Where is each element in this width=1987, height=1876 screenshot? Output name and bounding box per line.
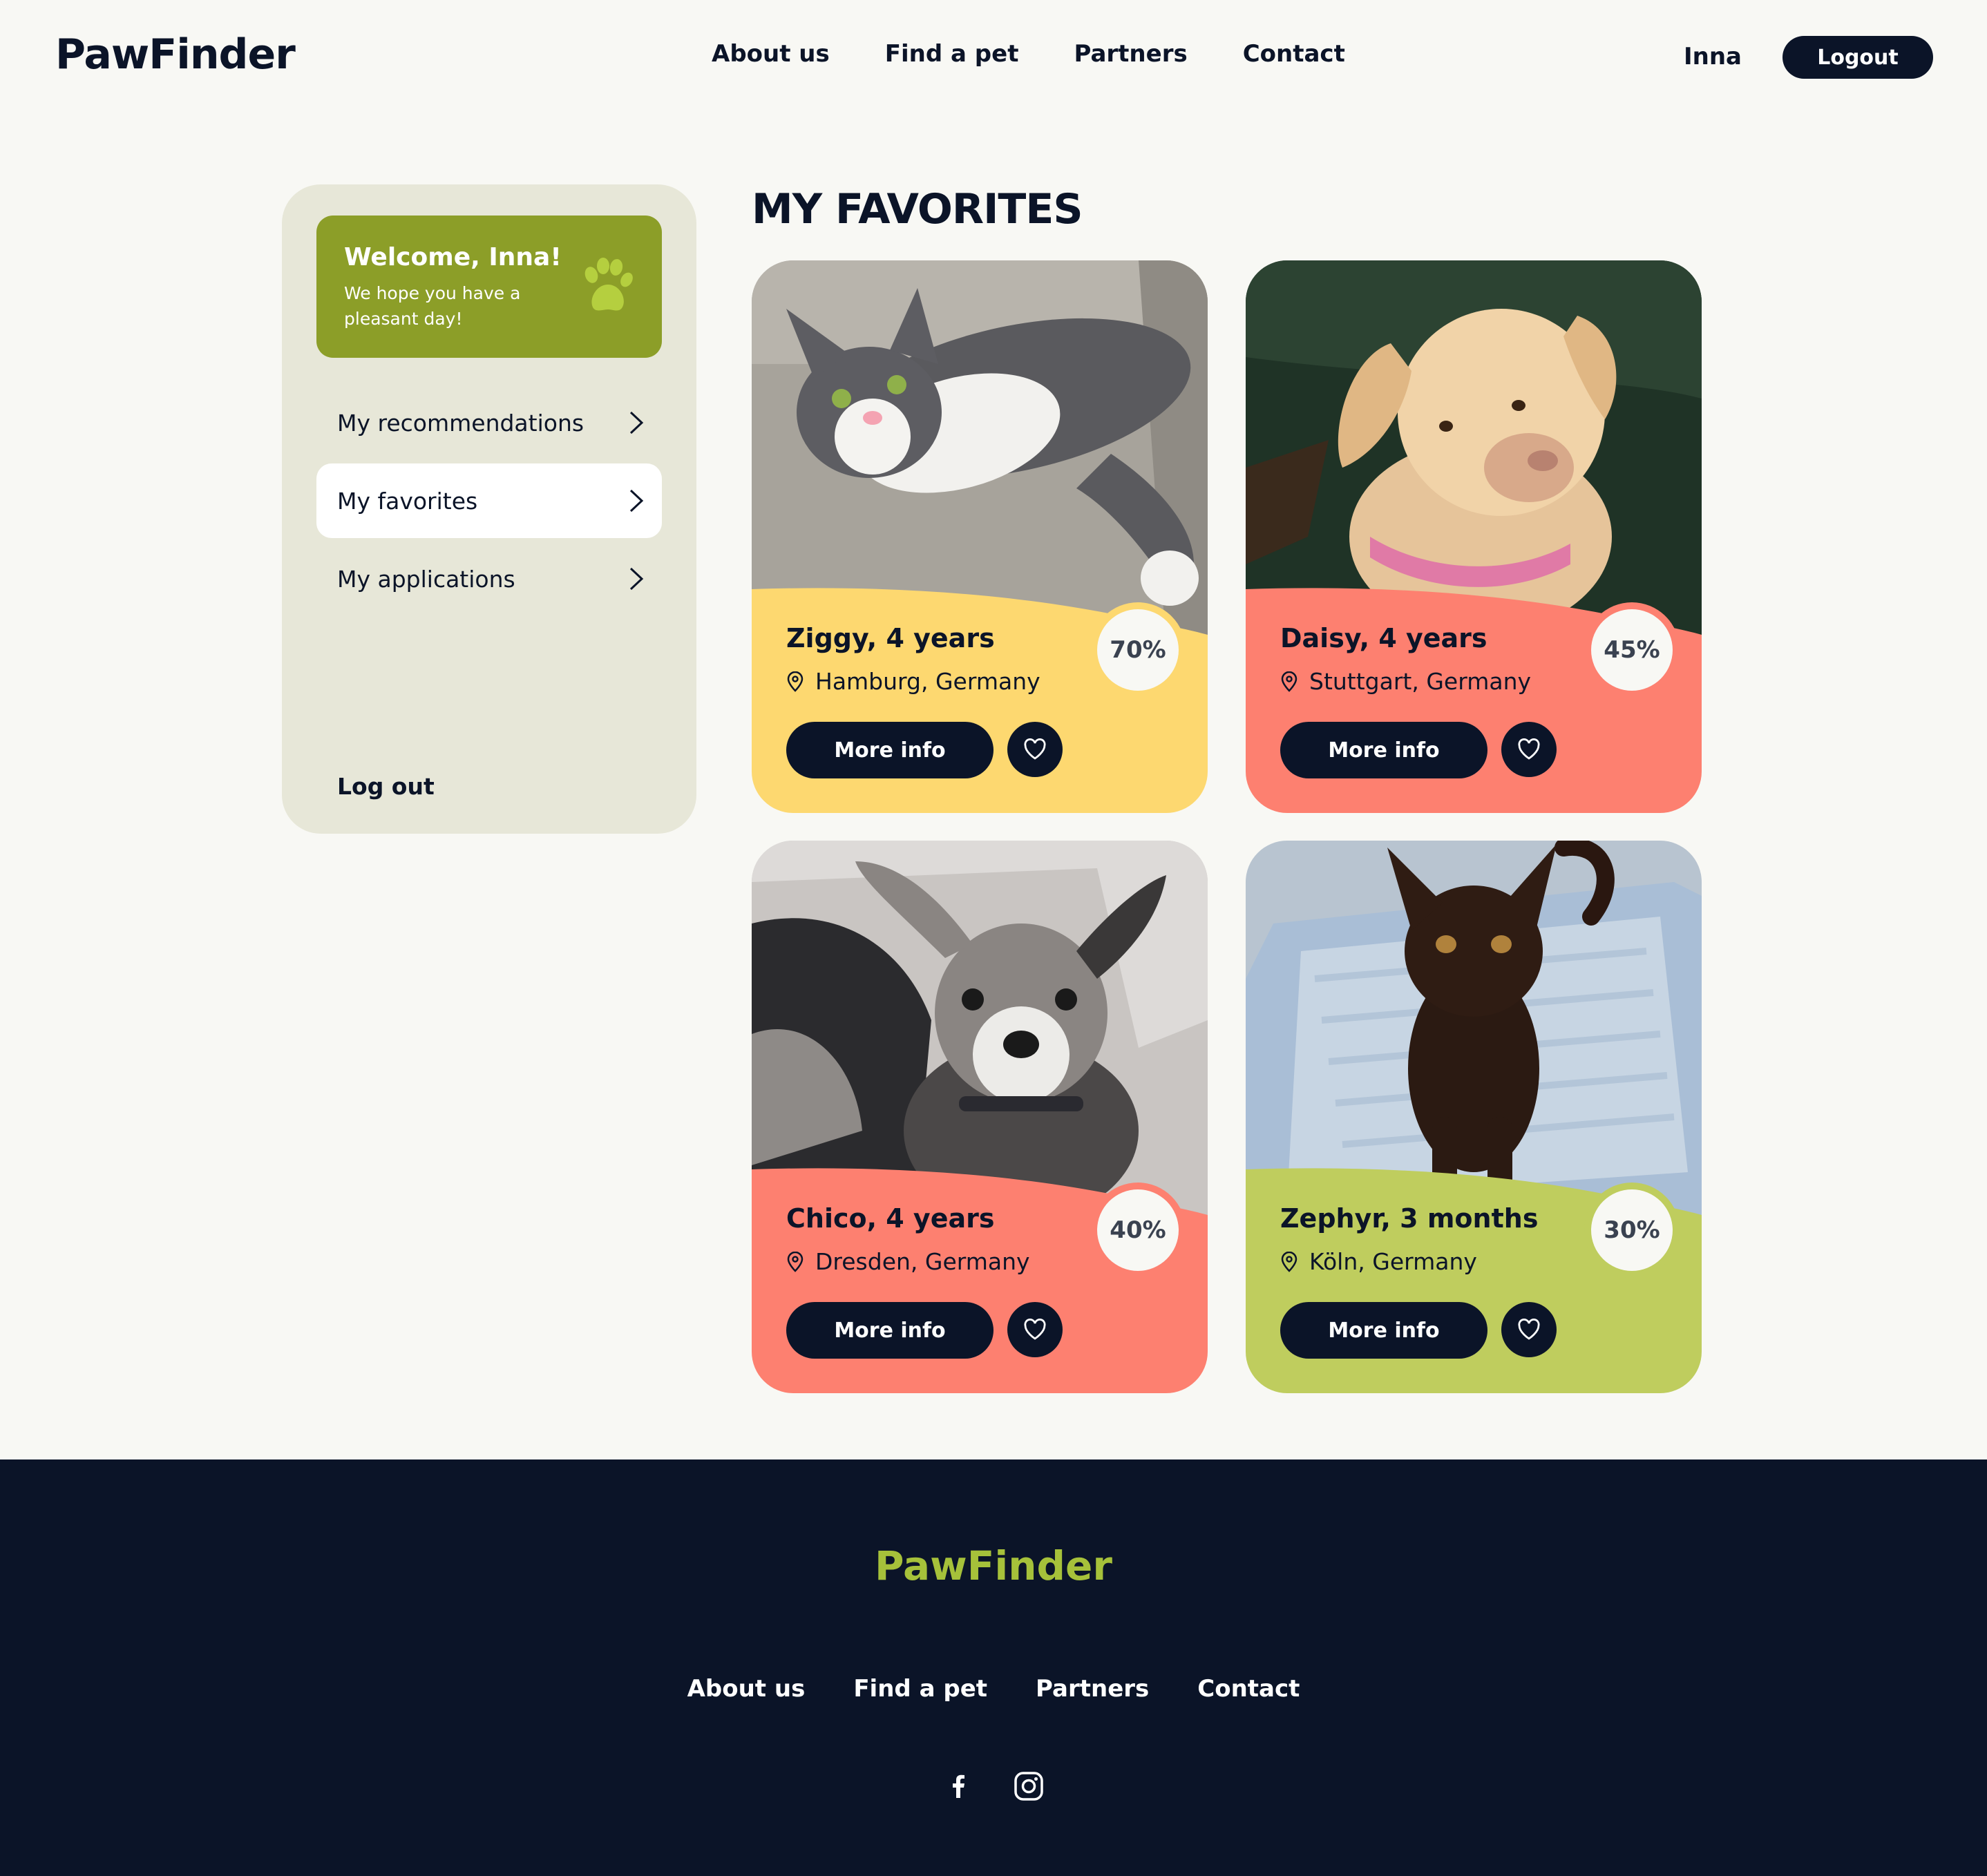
pet-location: Dresden, Germany <box>786 1248 1030 1275</box>
chevron-right-icon <box>629 411 644 434</box>
pet-name: Chico, 4 years <box>786 1203 995 1234</box>
footer-logo[interactable]: PawFinder <box>0 1542 1987 1589</box>
main-nav: About us Find a pet Partners Contact <box>712 40 1345 68</box>
pet-location: Köln, Germany <box>1280 1248 1477 1275</box>
welcome-title: Welcome, Inna! <box>344 243 562 271</box>
footer-nav-partners[interactable]: Partners <box>1036 1675 1149 1703</box>
more-info-button[interactable]: More info <box>786 722 994 778</box>
pet-location: Stuttgart, Germany <box>1280 668 1531 695</box>
facebook-icon <box>953 1774 964 1798</box>
chevron-right-icon <box>629 567 644 591</box>
account-sidebar: Welcome, Inna! We hope you have a pleasa… <box>282 184 696 834</box>
pet-card: Zephyr, 3 months Köln, Germany More info… <box>1246 841 1702 1393</box>
pet-location: Hamburg, Germany <box>786 668 1040 695</box>
nav-contact[interactable]: Contact <box>1243 40 1345 68</box>
heart-icon <box>1024 1319 1046 1340</box>
match-score: 30% <box>1591 1189 1673 1271</box>
heart-icon <box>1518 738 1540 760</box>
pet-location-text: Köln, Germany <box>1309 1248 1477 1275</box>
footer-nav-contact[interactable]: Contact <box>1197 1675 1300 1703</box>
heart-icon <box>1518 1319 1540 1340</box>
more-info-button[interactable]: More info <box>1280 722 1487 778</box>
instagram-link[interactable] <box>1013 1770 1045 1805</box>
pet-card: Daisy, 4 years Stuttgart, Germany More i… <box>1246 260 1702 813</box>
match-score: 40% <box>1097 1189 1179 1271</box>
instagram-icon <box>1014 1772 1043 1801</box>
footer-nav: About us Find a pet Partners Contact <box>0 1675 1987 1703</box>
sidebar-item-label: My applications <box>337 565 515 593</box>
pet-name: Zephyr, 3 months <box>1280 1203 1539 1234</box>
logout-button[interactable]: Logout <box>1782 36 1933 79</box>
pet-location-text: Dresden, Germany <box>815 1248 1030 1275</box>
social-links <box>0 1770 1987 1805</box>
match-score: 70% <box>1097 609 1179 691</box>
favorite-button[interactable] <box>1007 1302 1063 1357</box>
location-pin-icon <box>787 671 804 692</box>
favorite-button[interactable] <box>1007 722 1063 777</box>
sidebar-logout-link[interactable]: Log out <box>337 773 435 800</box>
facebook-link[interactable] <box>942 1770 974 1805</box>
more-info-button[interactable]: More info <box>786 1302 994 1359</box>
sidebar-item-my-favorites[interactable]: My favorites <box>316 463 662 538</box>
site-header: PawFinder About us Find a pet Partners C… <box>0 0 1987 117</box>
site-footer: PawFinder About us Find a pet Partners C… <box>0 1459 1987 1876</box>
footer-nav-about-us[interactable]: About us <box>687 1675 806 1703</box>
user-name[interactable]: Inna <box>1684 43 1742 70</box>
chevron-right-icon <box>629 489 644 513</box>
location-pin-icon <box>787 1251 804 1272</box>
heart-icon <box>1024 738 1046 760</box>
favorite-button[interactable] <box>1501 1302 1557 1357</box>
location-pin-icon <box>1281 671 1297 692</box>
sidebar-item-label: My favorites <box>337 487 478 515</box>
pet-name: Daisy, 4 years <box>1280 623 1487 653</box>
nav-about-us[interactable]: About us <box>712 40 830 68</box>
pet-card: Ziggy, 4 years Hamburg, Germany More inf… <box>752 260 1208 813</box>
page-title: MY FAVORITES <box>752 185 1083 233</box>
pet-card: Chico, 4 years Dresden, Germany More inf… <box>752 841 1208 1393</box>
match-score: 45% <box>1591 609 1673 691</box>
sidebar-item-my-recommendations[interactable]: My recommendations <box>316 385 662 460</box>
pet-name: Ziggy, 4 years <box>786 623 995 653</box>
pet-location-text: Hamburg, Germany <box>815 668 1040 695</box>
sidebar-item-my-applications[interactable]: My applications <box>316 542 662 616</box>
paw-icon <box>584 258 633 311</box>
nav-partners[interactable]: Partners <box>1074 40 1187 68</box>
welcome-banner: Welcome, Inna! We hope you have a pleasa… <box>316 216 662 358</box>
site-logo[interactable]: PawFinder <box>55 30 296 79</box>
pet-location-text: Stuttgart, Germany <box>1309 668 1532 695</box>
location-pin-icon <box>1281 1251 1297 1272</box>
nav-find-a-pet[interactable]: Find a pet <box>885 40 1019 68</box>
sidebar-item-label: My recommendations <box>337 409 584 437</box>
welcome-subtitle: We hope you have a pleasant day! <box>344 283 521 329</box>
footer-nav-find-a-pet[interactable]: Find a pet <box>853 1675 987 1703</box>
more-info-button[interactable]: More info <box>1280 1302 1487 1359</box>
favorite-button[interactable] <box>1501 722 1557 777</box>
